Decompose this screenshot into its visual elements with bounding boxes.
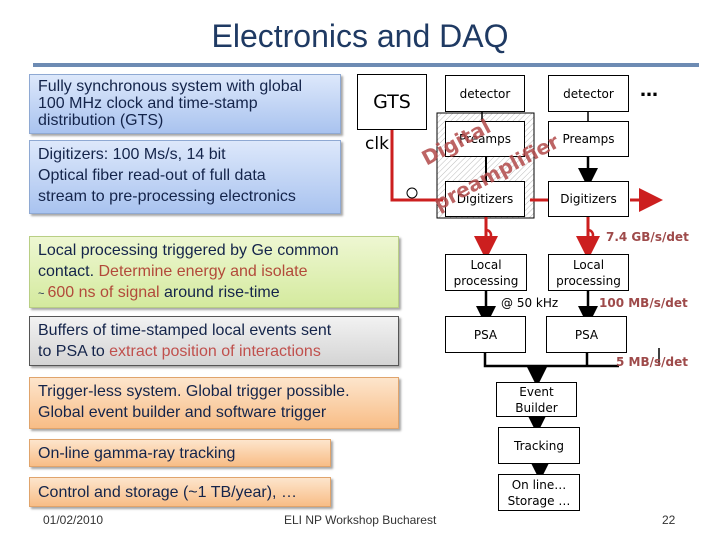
page-number: 22 <box>662 513 676 527</box>
footer-event: ELI NP Workshop Bucharest <box>284 513 437 527</box>
trigger-rate-label: @ 50 kHz <box>501 296 559 310</box>
tracking-label: Tracking <box>514 438 564 453</box>
gts-label: GTS <box>373 91 411 113</box>
digitizers-box: Digitizers <box>548 181 629 217</box>
label-line: Local <box>470 257 502 272</box>
clock-connector <box>406 187 418 199</box>
more-detectors-ellipsis: … <box>640 80 658 101</box>
psa-merge-line <box>483 352 619 368</box>
tracking-box: Tracking <box>498 427 580 464</box>
label-line: processing <box>453 273 519 288</box>
label-line: processing <box>556 273 621 288</box>
gts-box: GTS <box>357 74 427 130</box>
label-line: On line… <box>511 477 567 492</box>
label-line: Event <box>519 384 554 399</box>
psa-label: PSA <box>574 327 599 342</box>
psa-box: PSA <box>445 316 526 353</box>
digitizers-label: Digitizers <box>560 192 617 206</box>
local-rate-label: 100 MB/s/det <box>599 296 688 310</box>
psa-box: PSA <box>546 316 627 353</box>
local-processing-box: Local processing <box>445 254 527 291</box>
detector-label: detector <box>563 86 614 101</box>
label-line: Local <box>572 257 605 272</box>
detector-box: detector <box>548 75 629 112</box>
event-builder-box: Event Builder <box>496 382 577 417</box>
digitizer-rate-label: 7.4 GB/s/det <box>606 230 689 244</box>
footer-date: 01/02/2010 <box>43 513 104 527</box>
online-storage-box: On line… Storage … <box>498 474 580 511</box>
preamps-label: Preamps <box>562 132 615 146</box>
psa-label: PSA <box>473 327 498 342</box>
label-line: Builder <box>515 400 558 415</box>
psa-rate-label: 5 MB/s/det <box>616 355 688 369</box>
local-processing-box: Local processing <box>548 254 629 291</box>
label-line: Storage … <box>507 493 571 508</box>
detector-box: detector <box>445 75 525 112</box>
clk-label: clk <box>365 134 389 154</box>
detector-label: detector <box>459 86 511 101</box>
